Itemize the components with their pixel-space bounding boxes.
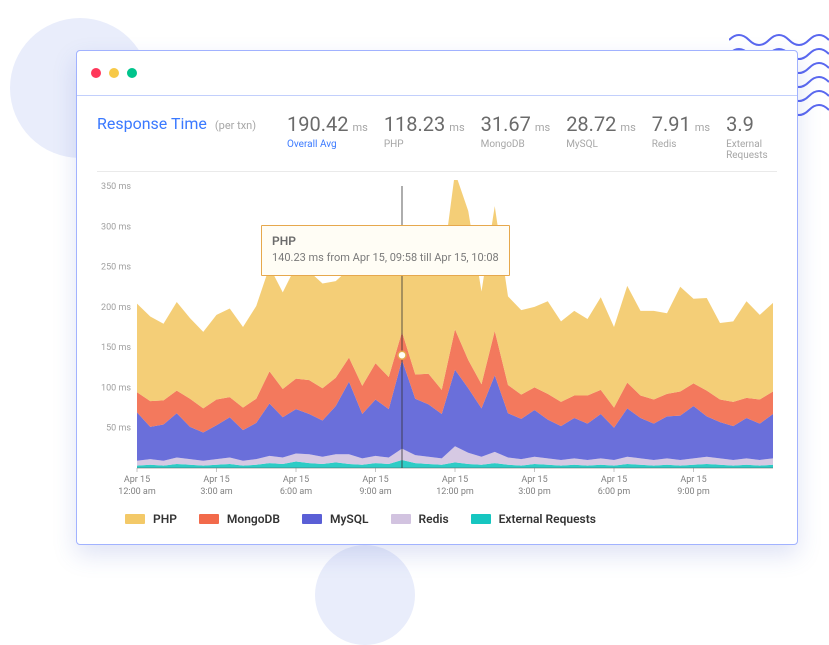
stat-value: 190.42 [287, 112, 348, 136]
stat-label: Redis [652, 139, 677, 150]
legend-label: PHP [153, 512, 177, 526]
svg-text:Apr 15: Apr 15 [680, 475, 706, 485]
stat-label: PHP [384, 139, 404, 150]
stat-overall-avg: 190.42 ms Overall Avg [287, 114, 368, 150]
svg-text:200 ms: 200 ms [101, 303, 131, 313]
svg-text:9:00 pm: 9:00 pm [677, 487, 710, 497]
response-time-chart[interactable]: 50 ms 100 ms 150 ms 200 ms 250 ms 300 ms 350 m… [97, 180, 777, 500]
stat-label: External Requests [726, 139, 777, 161]
svg-text:350 ms: 350 ms [101, 182, 131, 192]
legend-swatch [391, 514, 411, 524]
svg-text:Apr 15: Apr 15 [283, 475, 309, 485]
stat-mysql: 28.72 ms MySQL [566, 114, 636, 150]
tooltip-body: 140.23 ms from Apr 15, 09:58 till Apr 15… [272, 250, 499, 267]
svg-text:250 ms: 250 ms [101, 263, 131, 273]
stat-value: 28.72 [566, 112, 616, 136]
svg-text:3:00 pm: 3:00 pm [518, 487, 551, 497]
stat-value: 3.9 [726, 112, 754, 136]
panel-title-main: Response Time [97, 114, 207, 133]
svg-text:6:00 am: 6:00 am [280, 487, 312, 497]
legend-item-redis[interactable]: Redis [391, 512, 449, 526]
stat-label: Overall Avg [287, 139, 337, 150]
stat-value: 7.91 [652, 112, 691, 136]
stat-label: MongoDB [481, 139, 525, 150]
svg-text:6:00 pm: 6:00 pm [598, 487, 631, 497]
svg-text:9:00 am: 9:00 am [359, 487, 391, 497]
stat-unit: ms [695, 121, 710, 134]
svg-text:3:00 am: 3:00 am [200, 487, 232, 497]
tooltip-title: PHP [272, 232, 499, 250]
svg-text:12:00 am: 12:00 am [118, 487, 156, 497]
svg-text:Apr 15: Apr 15 [362, 475, 388, 485]
legend-item-mongodb[interactable]: MongoDB [199, 512, 280, 526]
legend-swatch [471, 514, 491, 524]
legend-swatch [302, 514, 322, 524]
legend-item-external[interactable]: External Requests [471, 512, 596, 526]
legend-swatch [199, 514, 219, 524]
panel-title-sub: (per txn) [215, 119, 256, 132]
svg-text:100 ms: 100 ms [101, 383, 131, 393]
app-window: Response Time (per txn) 190.42 ms Overall… [76, 50, 798, 545]
stat-unit: ms [352, 121, 367, 134]
svg-text:Apr 15: Apr 15 [442, 475, 468, 485]
legend-label: Redis [419, 512, 449, 526]
stat-unit: ms [620, 121, 635, 134]
maximize-icon[interactable] [127, 68, 137, 78]
svg-text:Apr 15: Apr 15 [203, 475, 229, 485]
svg-text:150 ms: 150 ms [101, 343, 131, 353]
svg-text:300 ms: 300 ms [101, 222, 131, 232]
stat-mongodb: 31.67 ms MongoDB [481, 114, 551, 150]
svg-text:Apr 15: Apr 15 [601, 475, 627, 485]
chart-tooltip: PHP 140.23 ms from Apr 15, 09:58 till Ap… [261, 225, 510, 276]
legend-label: MongoDB [227, 512, 280, 526]
svg-text:Apr 15: Apr 15 [124, 475, 150, 485]
metrics-header: Response Time (per txn) 190.42 ms Overall… [97, 114, 777, 172]
panel-content: Response Time (per txn) 190.42 ms Overall… [77, 96, 797, 544]
stat-label: MySQL [566, 139, 598, 150]
decor-circle-bottom [315, 545, 415, 645]
stat-value: 31.67 [481, 112, 531, 136]
svg-text:12:00 pm: 12:00 pm [436, 487, 474, 497]
legend-item-php[interactable]: PHP [125, 512, 177, 526]
stat-php: 118.23 ms PHP [384, 114, 465, 150]
legend-swatch [125, 514, 145, 524]
stat-unit: ms [535, 121, 550, 134]
legend-item-mysql[interactable]: MySQL [302, 512, 369, 526]
close-icon[interactable] [91, 68, 101, 78]
panel-title: Response Time (per txn) [97, 114, 287, 133]
svg-text:50 ms: 50 ms [106, 424, 131, 434]
window-titlebar [77, 51, 797, 96]
legend-label: External Requests [499, 512, 596, 526]
legend-label: MySQL [330, 512, 369, 526]
stat-external: 3.9 External Requests [726, 114, 777, 161]
stat-unit: ms [449, 121, 464, 134]
svg-text:Apr 15: Apr 15 [521, 475, 547, 485]
stat-redis: 7.91 ms Redis [652, 114, 710, 150]
minimize-icon[interactable] [109, 68, 119, 78]
chart-legend: PHP MongoDB MySQL Redis External Request… [97, 500, 777, 526]
stat-value: 118.23 [384, 112, 445, 136]
